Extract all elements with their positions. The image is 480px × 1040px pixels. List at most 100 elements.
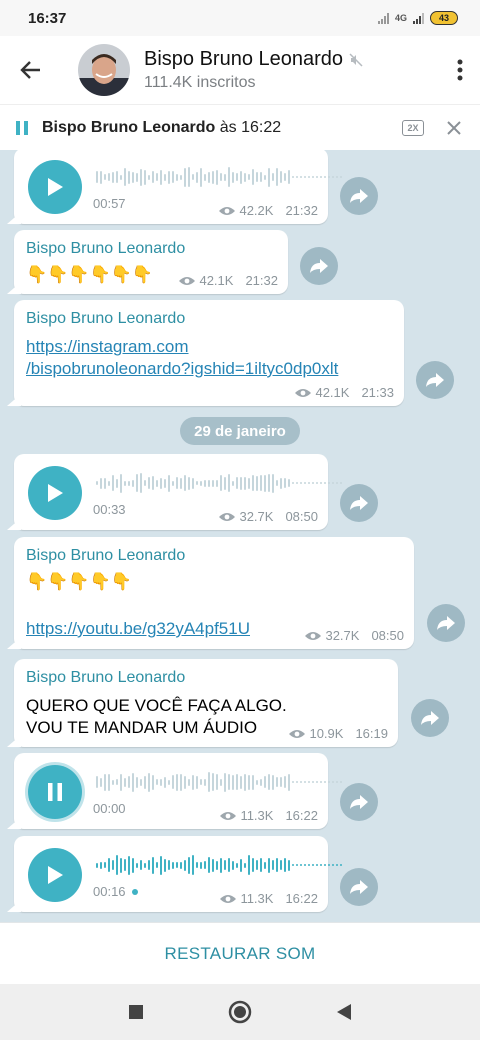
share-icon: [421, 711, 439, 725]
player-name: Bispo Bruno Leonardo: [42, 118, 216, 136]
play-button[interactable]: [28, 466, 82, 520]
system-nav-bar: [0, 984, 480, 1040]
waveform[interactable]: [96, 166, 342, 188]
player-time: às 16:22: [215, 118, 282, 136]
eye-icon: [219, 512, 236, 521]
sender-name: Bispo Bruno Leonardo: [26, 547, 186, 564]
triangle-back-nav-icon[interactable]: [336, 1003, 352, 1021]
status-time: 16:37: [28, 9, 67, 27]
share-button[interactable]: [427, 604, 465, 642]
speed-button[interactable]: 2X: [402, 119, 424, 136]
date-divider: 29 de janeiro: [180, 417, 300, 445]
signal-icon-2: [413, 12, 424, 24]
share-button[interactable]: [340, 484, 378, 522]
chat-header: Bispo Bruno Leonardo 111.4K inscritos: [0, 36, 480, 104]
message-meta: 42.1K 21:33: [295, 385, 394, 400]
message-time: 21:33: [361, 385, 394, 400]
share-icon: [437, 616, 455, 630]
message-meta: 11.3K 16:22: [220, 891, 318, 906]
text-message: Bispo Bruno Leonardo QUERO QUE VOCÊ FAÇA…: [14, 659, 398, 747]
waveform[interactable]: [96, 472, 342, 494]
message-meta: 42.1K 21:32: [179, 273, 278, 288]
audio-message: 00:16 11.3K 16:22: [14, 836, 342, 912]
view-count: 11.3K: [240, 808, 274, 823]
player-pause-button[interactable]: [0, 105, 42, 151]
message-time: 21:32: [285, 203, 318, 218]
back-arrow-icon: [20, 61, 40, 79]
eye-icon: [179, 276, 196, 285]
circle-nav-icon[interactable]: [228, 1000, 252, 1024]
message-time: 21:32: [245, 273, 278, 288]
message-meta: 32.7K 08:50: [219, 509, 318, 524]
message-text: 👇👇👇👇👇: [26, 572, 132, 591]
share-button[interactable]: [300, 247, 338, 285]
eye-icon: [305, 631, 322, 640]
waveform[interactable]: [96, 854, 342, 876]
eye-icon: [289, 729, 306, 738]
share-button[interactable]: [411, 699, 449, 737]
audio-message: 00:33 32.7K 08:50: [14, 454, 342, 530]
message-time: 16:22: [285, 891, 318, 906]
restore-sound-button[interactable]: RESTAURAR SOM: [0, 922, 480, 984]
sender-name: Bispo Bruno Leonardo: [26, 669, 186, 686]
share-icon: [350, 189, 368, 203]
share-icon: [426, 373, 444, 387]
message-time: 08:50: [285, 509, 318, 524]
network-type: 4G: [394, 13, 407, 23]
view-count: 42.2K: [239, 203, 274, 218]
play-button[interactable]: [28, 848, 82, 902]
message-text-line2: VOU TE MANDAR UM ÁUDIO: [26, 718, 258, 737]
share-button[interactable]: [340, 868, 378, 906]
waveform[interactable]: [96, 771, 342, 793]
play-icon: [48, 484, 63, 502]
audio-player-bar[interactable]: Bispo Bruno Leonardo às 16:22 2X: [0, 104, 480, 150]
more-button[interactable]: [440, 36, 480, 104]
link-message: Bispo Bruno Leonardo https://instagram.c…: [14, 300, 404, 406]
share-icon: [350, 795, 368, 809]
subscriber-count: 111.4K inscritos: [144, 74, 256, 91]
view-count: 42.1K: [315, 385, 350, 400]
share-button[interactable]: [340, 783, 378, 821]
eye-icon: [219, 206, 236, 215]
eye-icon: [220, 811, 237, 820]
message-time: 16:19: [355, 726, 388, 741]
pause-button[interactable]: [28, 765, 82, 819]
play-icon: [48, 866, 63, 884]
message-list[interactable]: 00:57 42.2K 21:32 Bispo Bruno Leonardo 👇…: [0, 150, 480, 922]
back-button[interactable]: [0, 36, 60, 104]
view-count: 10.9K: [309, 726, 344, 741]
audio-duration: 00:00: [93, 801, 126, 816]
unplayed-dot: [131, 888, 138, 895]
eye-icon: [295, 388, 312, 397]
share-icon: [310, 259, 328, 273]
more-vert-icon: [457, 59, 463, 81]
header-text[interactable]: Bispo Bruno Leonardo 111.4K inscritos: [144, 48, 440, 92]
audio-message: 00:57 42.2K 21:32: [14, 150, 342, 224]
status-icons: 4G 43: [377, 11, 458, 25]
view-count: 42.1K: [199, 273, 234, 288]
share-button[interactable]: [340, 177, 378, 215]
message-time: 16:22: [285, 808, 318, 823]
message-meta: 11.3K 16:22: [220, 808, 318, 823]
message-meta: 42.2K 21:32: [219, 203, 318, 218]
share-icon: [350, 880, 368, 894]
link-url[interactable]: https://youtu.be/g32yA4pf51U: [26, 618, 250, 640]
audio-duration: 00:16: [93, 884, 138, 899]
status-bar: 16:37 4G 43: [0, 0, 480, 36]
share-icon: [350, 496, 368, 510]
play-icon: [48, 178, 63, 196]
channel-avatar[interactable]: [78, 44, 130, 96]
square-nav-icon[interactable]: [128, 1004, 144, 1020]
play-button[interactable]: [28, 160, 82, 214]
close-icon[interactable]: [444, 118, 464, 138]
view-count: 32.7K: [239, 509, 274, 524]
mute-icon: [349, 52, 363, 67]
message-time: 08:50: [371, 628, 404, 643]
pause-icon: [16, 120, 28, 135]
link-url[interactable]: https://instagram.com: [26, 336, 338, 358]
audio-duration: 00:33: [93, 502, 126, 517]
sender-name: Bispo Bruno Leonardo: [26, 310, 186, 327]
link-url-cont[interactable]: /bispobrunoleonardo?igshid=1iltyc0dp0xlt: [26, 358, 338, 380]
sender-name: Bispo Bruno Leonardo: [26, 240, 186, 257]
share-button[interactable]: [416, 361, 454, 399]
